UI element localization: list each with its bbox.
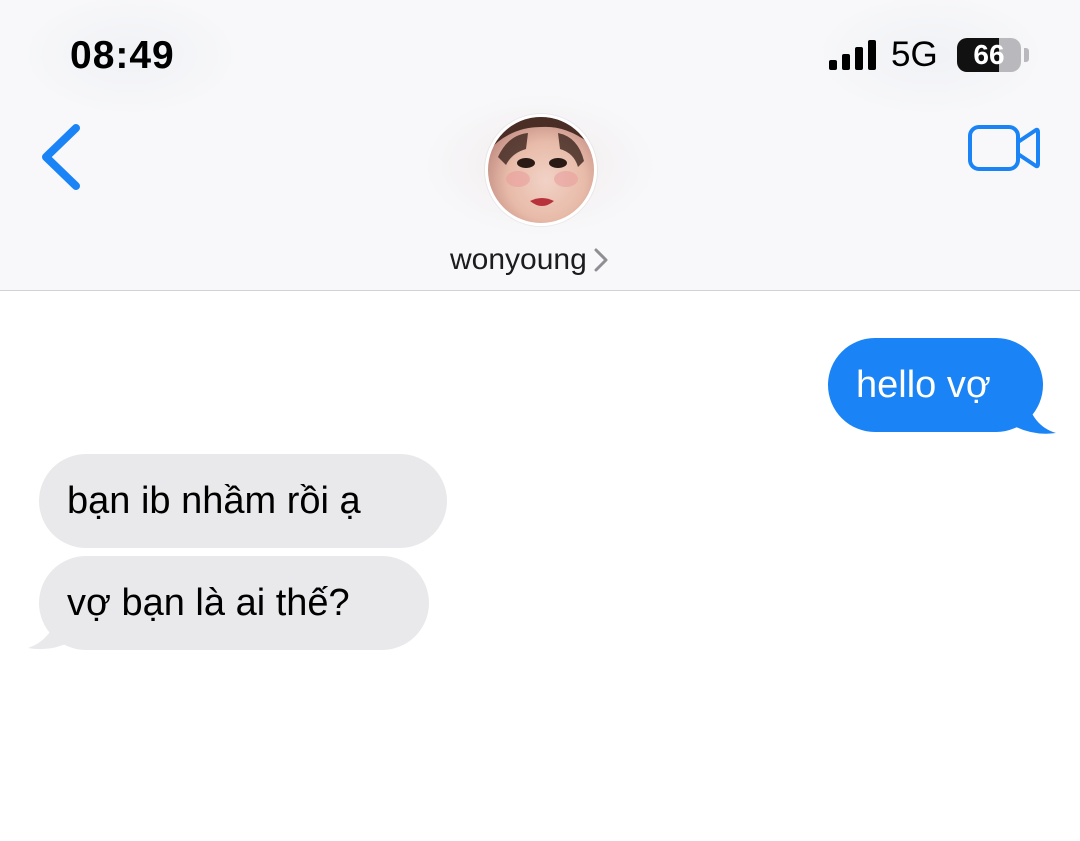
contact-avatar[interactable] (485, 114, 597, 226)
network-type: 5G (891, 35, 938, 74)
conversation-header: 08:49 5G 66 wonyoung (0, 0, 1080, 291)
video-call-button[interactable] (966, 122, 1042, 174)
battery-icon: 66 (957, 38, 1021, 72)
signal-bars-icon (829, 40, 876, 70)
avatar-photo-icon (488, 117, 594, 223)
contact-name-button[interactable]: wonyoung (450, 240, 609, 280)
battery-tip (1024, 48, 1029, 62)
message-bubble-outgoing[interactable]: hello vợ (828, 338, 1043, 432)
status-time: 08:49 (70, 34, 175, 77)
back-button[interactable] (34, 120, 94, 195)
chevron-left-icon (42, 124, 80, 190)
chevron-right-icon (594, 248, 608, 272)
message-text: bạn ib nhầm rồi ạ (67, 480, 361, 522)
battery-level: 66 (973, 39, 1005, 70)
message-text: hello vợ (856, 364, 991, 406)
contact-name: wonyoung (450, 243, 587, 276)
video-camera-icon (968, 125, 1040, 171)
message-bubble-incoming[interactable]: bạn ib nhầm rồi ạ (39, 454, 447, 548)
message-bubble-incoming[interactable]: vợ bạn là ai thế? (39, 556, 429, 650)
message-text: vợ bạn là ai thế? (67, 582, 350, 624)
